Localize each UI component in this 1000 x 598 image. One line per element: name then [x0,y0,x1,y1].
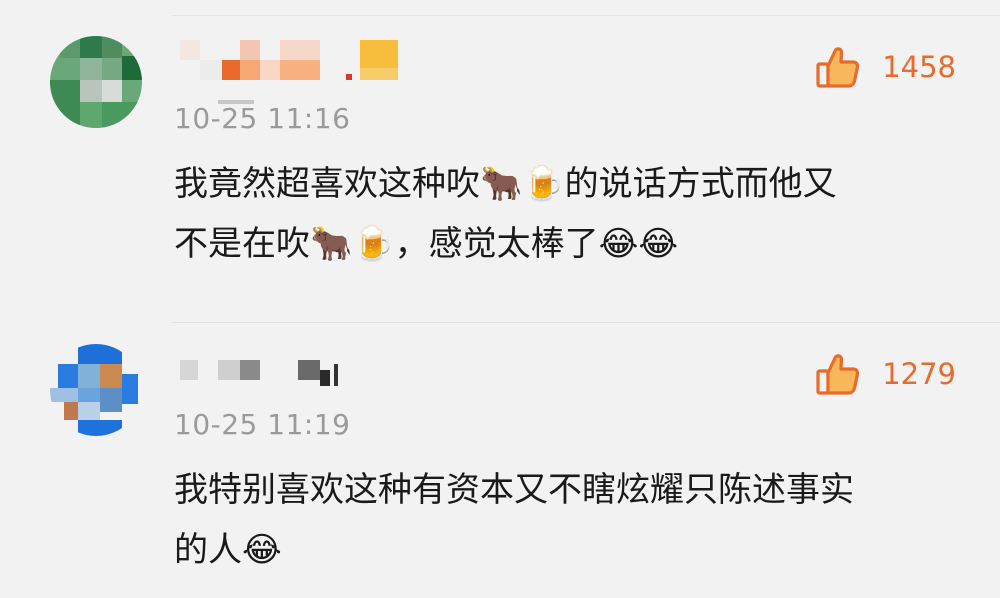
timestamp: 10-25 11:19 [174,408,351,441]
pixelated-username [180,360,338,386]
timestamp: 10-25 11:16 [174,102,351,135]
comment-divider [172,322,1000,323]
comment-list: 1458 10-25 11:16 我竟然超喜欢这种吹🐂🍺的说话方式而他又 不是在… [0,0,1000,598]
like-button[interactable]: 1458 [816,45,956,89]
comment-text-line: 的人😂 [174,530,282,570]
comment-text: 我特别喜欢这种有资本又不瞎炫耀只陈述事实 的人😂 [174,460,964,580]
pixelated-avatar-icon [50,36,142,128]
like-button[interactable]: 1279 [816,352,956,396]
like-count: 1279 [882,357,956,391]
pixelated-avatar-icon [50,344,142,436]
comment-text: 我竟然超喜欢这种吹🐂🍺的说话方式而他又 不是在吹🐂🍺，感觉太棒了😂😂 [174,154,964,274]
username-redacted[interactable] [174,356,414,396]
thumbs-up-icon [816,47,860,88]
comment-text-line: 不是在吹🐂🍺，感觉太棒了😂😂 [174,224,679,264]
comment-text-line: 我特别喜欢这种有资本又不瞎炫耀只陈述事实 [174,470,854,510]
thumbs-up-icon [816,354,860,395]
like-count: 1458 [882,50,956,84]
top-divider [172,15,1000,16]
comment-text-line: 我竟然超喜欢这种吹🐂🍺的说话方式而他又 [174,164,837,204]
avatar[interactable] [50,36,142,128]
username-redacted[interactable] [174,40,414,80]
avatar[interactable] [50,344,142,436]
pixelated-username [180,40,398,80]
